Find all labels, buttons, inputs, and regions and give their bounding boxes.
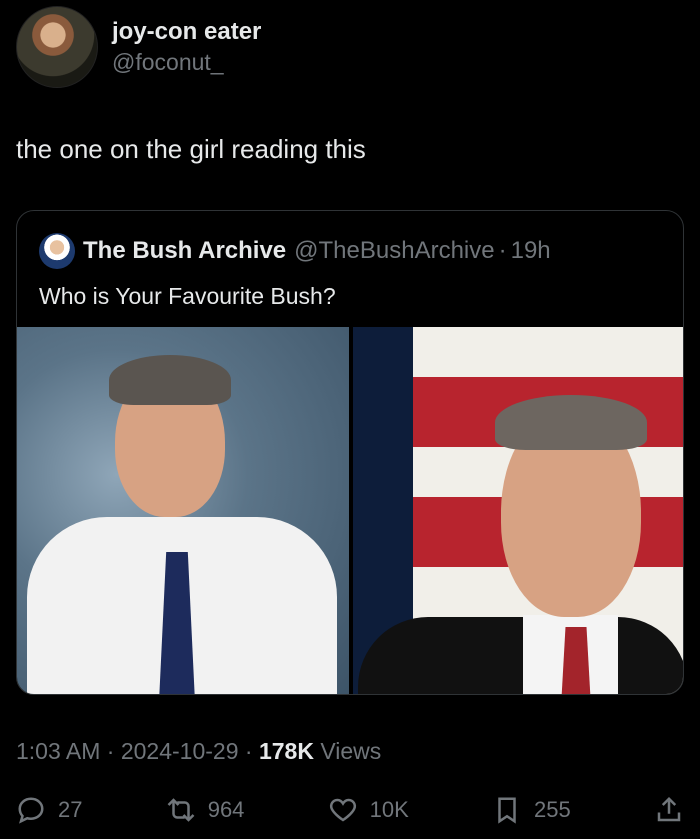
heart-icon [329,798,356,822]
tweet-header: joy-con eater @foconut_ [16,6,261,88]
author-avatar[interactable] [16,6,98,88]
repost-count: 964 [207,797,245,822]
views-label: Views [313,738,382,764]
share-icon [657,796,681,822]
author-names: joy-con eater @foconut_ [112,17,261,77]
tweet-meta: 1:03 AM · 2024-10-29 · 178K Views [16,738,381,765]
photo-suit [358,617,683,694]
author-display-name[interactable]: joy-con eater [112,17,261,47]
reply-count: 27 [58,797,83,822]
bookmark-icon [498,797,516,824]
quoted-author-handle[interactable]: @TheBushArchive [294,237,494,265]
views-count: 178K [258,738,314,764]
quoted-tweet-header: The Bush Archive @TheBushArchive · 19h [39,233,551,269]
tweet-actions: 27 964 10K 255 [16,790,684,830]
photo-hair [109,355,231,405]
reply-button[interactable]: 27 [16,795,82,825]
author-handle[interactable]: @foconut_ [112,47,261,77]
like-count: 10K [369,797,409,822]
repost-button[interactable]: 964 [166,795,245,825]
tweet-text: the one on the girl reading this [16,134,366,164]
tweet-date[interactable]: 2024-10-29 [121,738,239,764]
bookmark-count: 255 [534,797,571,822]
media-photo-left[interactable] [17,327,349,694]
separator-dot: · [498,237,507,264]
share-button[interactable] [654,795,684,825]
bookmark-button[interactable]: 255 [492,795,571,825]
quoted-author-avatar[interactable] [39,233,75,269]
tweet-time[interactable]: 1:03 AM [16,738,100,764]
quoted-tweet[interactable]: The Bush Archive @TheBushArchive · 19h W… [16,210,684,695]
media-photo-right[interactable] [353,327,683,694]
photo-hair [495,395,647,450]
like-button[interactable]: 10K [328,795,409,825]
quoted-author-name[interactable]: The Bush Archive [83,237,286,265]
separator-dot: · [238,738,259,764]
reply-icon [18,797,44,824]
quoted-tweet-time[interactable]: 19h [511,237,551,265]
separator-dot: · [100,738,121,764]
quoted-tweet-media [17,327,683,694]
quoted-tweet-text: Who is Your Favourite Bush? [39,283,336,309]
photo-tie [561,627,591,694]
repost-icon [167,798,195,822]
